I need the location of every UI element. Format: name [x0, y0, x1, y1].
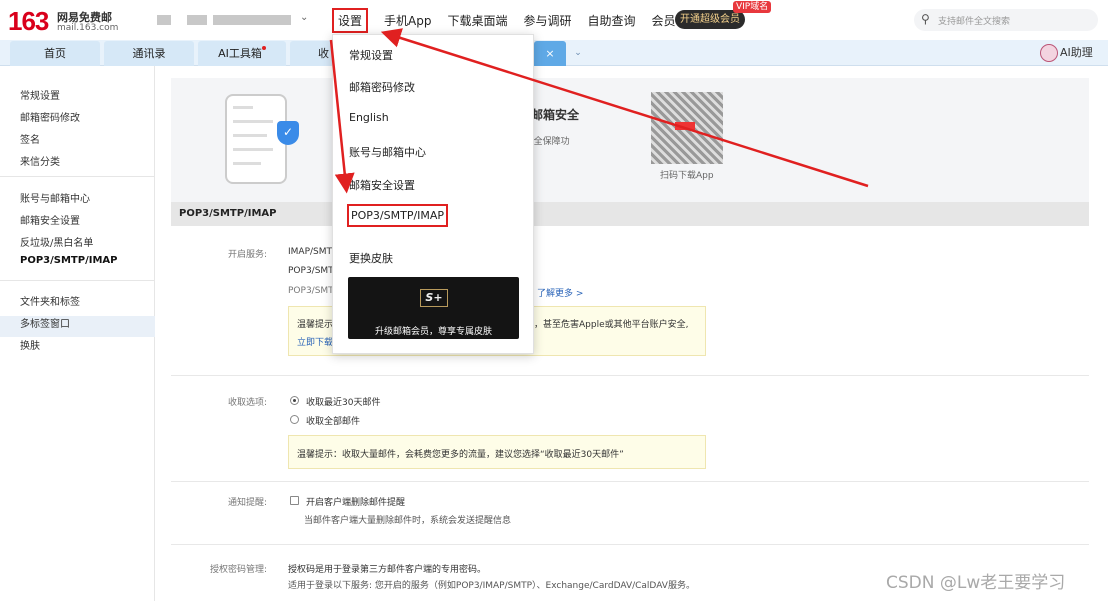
tab-label: 收 — [318, 47, 329, 60]
vip-badge: VIP域名 — [733, 1, 772, 13]
tab-label: 首页 — [44, 47, 66, 60]
avatar — [1040, 44, 1058, 62]
receive-tip: 温馨提示：收取大量邮件，会耗费您更多的流量，建议您选择“收取最近30天邮件” — [288, 435, 706, 469]
menu-item-account-center[interactable]: 账号与邮箱中心 — [349, 144, 426, 160]
settings-content: ✓ 保邮箱安全 E安全保障功 险。 扫码下载App POP3/SMTP/IMAP… — [171, 78, 1089, 601]
settings-sidebar: 常规设置 邮箱密码修改 签名 来信分类 账号与邮箱中心 邮箱安全设置 反垃圾/黑… — [0, 66, 155, 601]
notify-label: 通知提醒: — [227, 498, 267, 508]
new-dot-icon — [261, 46, 266, 50]
sidebar-item-security[interactable]: 邮箱安全设置 — [20, 212, 80, 227]
sidebar-item-account-center[interactable]: 账号与邮箱中心 — [20, 190, 90, 205]
services-label: 开启服务: — [227, 250, 267, 260]
account-avatar — [157, 15, 171, 25]
sidebar-divider — [0, 176, 155, 177]
tab-label: 通讯录 — [132, 47, 166, 60]
receive-30days-radio[interactable] — [290, 396, 299, 405]
logo-number[interactable]: 163 — [8, 6, 49, 37]
receive-all-radio[interactable] — [290, 415, 299, 424]
service-line: POP3/SMT — [288, 266, 334, 276]
nav-mobile-app[interactable]: 手机App — [384, 12, 431, 29]
phone-line — [233, 106, 253, 109]
tip-text: 温馨提示 — [297, 320, 334, 330]
section-divider — [171, 481, 1089, 482]
splus-logo: S+ — [420, 289, 448, 307]
section-title: POP3/SMTP/IMAP — [171, 202, 1089, 226]
download-link[interactable]: 立即下载 — [297, 335, 333, 348]
sidebar-divider — [0, 280, 155, 281]
nav-survey[interactable]: 参与调研 — [523, 12, 571, 29]
account-name-blur — [187, 15, 207, 25]
qr-caption: 扫码下载App — [660, 171, 714, 181]
notify-checkbox[interactable] — [290, 496, 299, 505]
phone-line — [233, 162, 261, 165]
notify-description: 当邮件客户端大量删除邮件时，系统会发送提醒信息 — [304, 516, 512, 526]
tab-settings[interactable]: × — [534, 41, 566, 66]
tip-text: 险，甚至危害Apple或其他平台账户安全, — [525, 320, 689, 330]
learn-more-link[interactable]: 了解更多 > — [537, 286, 583, 299]
menu-item-english[interactable]: English — [349, 111, 389, 124]
search-icon: ⚲ — [921, 12, 930, 26]
tab-more-chevron-icon[interactable]: ⌄ — [570, 43, 586, 63]
auth-label: 授权密码管理: — [209, 565, 267, 575]
menu-item-security[interactable]: 邮箱安全设置 — [349, 177, 415, 193]
search-input[interactable]: 支持邮件全文搜索 — [938, 14, 1010, 27]
skin-promo-banner[interactable]: S+ 升级邮箱会员，尊享专属皮肤 — [348, 277, 519, 339]
account-selector[interactable]: ⌄ — [157, 12, 309, 27]
tab-label: AI工具箱 — [218, 47, 262, 60]
sidebar-item-mail-filter[interactable]: 来信分类 — [20, 153, 60, 168]
menu-item-password[interactable]: 邮箱密码修改 — [349, 79, 415, 95]
menu-item-skin[interactable]: 更换皮肤 — [349, 250, 393, 266]
watermark: CSDN @Lw老王要学习 — [886, 573, 1066, 593]
security-banner: ✓ 保邮箱安全 E安全保障功 险。 扫码下载App — [171, 78, 1089, 202]
sidebar-item-password[interactable]: 邮箱密码修改 — [20, 109, 80, 124]
sidebar-item-skin[interactable]: 换肤 — [20, 337, 40, 352]
qr-code — [651, 92, 723, 164]
receive-option: 收取最近30天邮件 — [306, 398, 381, 408]
notify-option: 开启客户端删除邮件提醒 — [306, 498, 406, 508]
auth-description: 适用于登录以下服务: 您开启的服务（例如POP3/IMAP/SMTP）、Exch… — [288, 581, 695, 591]
auth-description: 授权码是用于登录第三方邮件客户端的专用密码。 — [288, 565, 487, 575]
sidebar-item-folders[interactable]: 文件夹和标签 — [20, 293, 80, 308]
service-line: IMAP/SMT — [288, 247, 333, 257]
account-email-blur — [213, 15, 291, 25]
receive-label: 收取选项: — [227, 398, 267, 408]
tab-contacts[interactable]: 通讯录 — [104, 41, 194, 66]
ai-assistant-button[interactable]: AI助理 — [1040, 42, 1093, 64]
tab-home[interactable]: 首页 — [10, 41, 100, 66]
settings-dropdown-menu: 常规设置 邮箱密码修改 English 账号与邮箱中心 邮箱安全设置 POP3/… — [332, 34, 534, 354]
section-divider — [171, 375, 1089, 376]
tab-ai-tools[interactable]: AI工具箱 — [198, 41, 286, 66]
tab-bar: 首页 通讯录 AI工具箱 收 × ⌄ AI助理 — [0, 40, 1108, 66]
sidebar-item-antispam[interactable]: 反垃圾/黑白名单 — [20, 234, 93, 249]
sidebar-item-signature[interactable]: 签名 — [20, 131, 40, 146]
phone-line — [233, 148, 273, 151]
top-bar: 163 网易免费邮 mail.163.com ⌄ 设置 手机App 下载桌面端 … — [0, 0, 1108, 40]
nav-desktop-download[interactable]: 下载桌面端 — [447, 12, 507, 29]
phone-line — [233, 120, 273, 123]
logo-domain: mail.163.com — [57, 23, 119, 33]
receive-option: 收取全部邮件 — [306, 417, 361, 427]
sidebar-item-multitab[interactable]: 多标签窗口 — [20, 315, 70, 330]
sidebar-item-pop3[interactable]: POP3/SMTP/IMAP — [20, 255, 117, 266]
section-divider — [171, 544, 1089, 545]
service-line: POP3/SMT — [288, 286, 334, 296]
chevron-down-icon: ⌄ — [300, 12, 309, 23]
tip-text: 温馨提示：收取大量邮件，会耗费您更多的流量，建议您选择“收取最近30天邮件” — [297, 450, 624, 460]
ai-assistant-label: AI助理 — [1060, 46, 1093, 59]
search-box[interactable]: ⚲ 支持邮件全文搜索 — [914, 9, 1098, 31]
qr-blur-mark — [675, 122, 695, 130]
nav-self-service[interactable]: 自助查询 — [588, 12, 636, 29]
shield-icon: ✓ — [277, 121, 299, 145]
nav-settings[interactable]: 设置 — [332, 7, 369, 33]
menu-item-general[interactable]: 常规设置 — [349, 47, 393, 63]
sidebar-item-general[interactable]: 常规设置 — [20, 87, 60, 102]
close-icon[interactable]: × — [545, 47, 554, 60]
skin-caption: 升级邮箱会员，尊享专属皮肤 — [374, 327, 492, 337]
menu-item-pop3[interactable]: POP3/SMTP/IMAP — [347, 204, 449, 227]
phone-line — [233, 134, 267, 137]
